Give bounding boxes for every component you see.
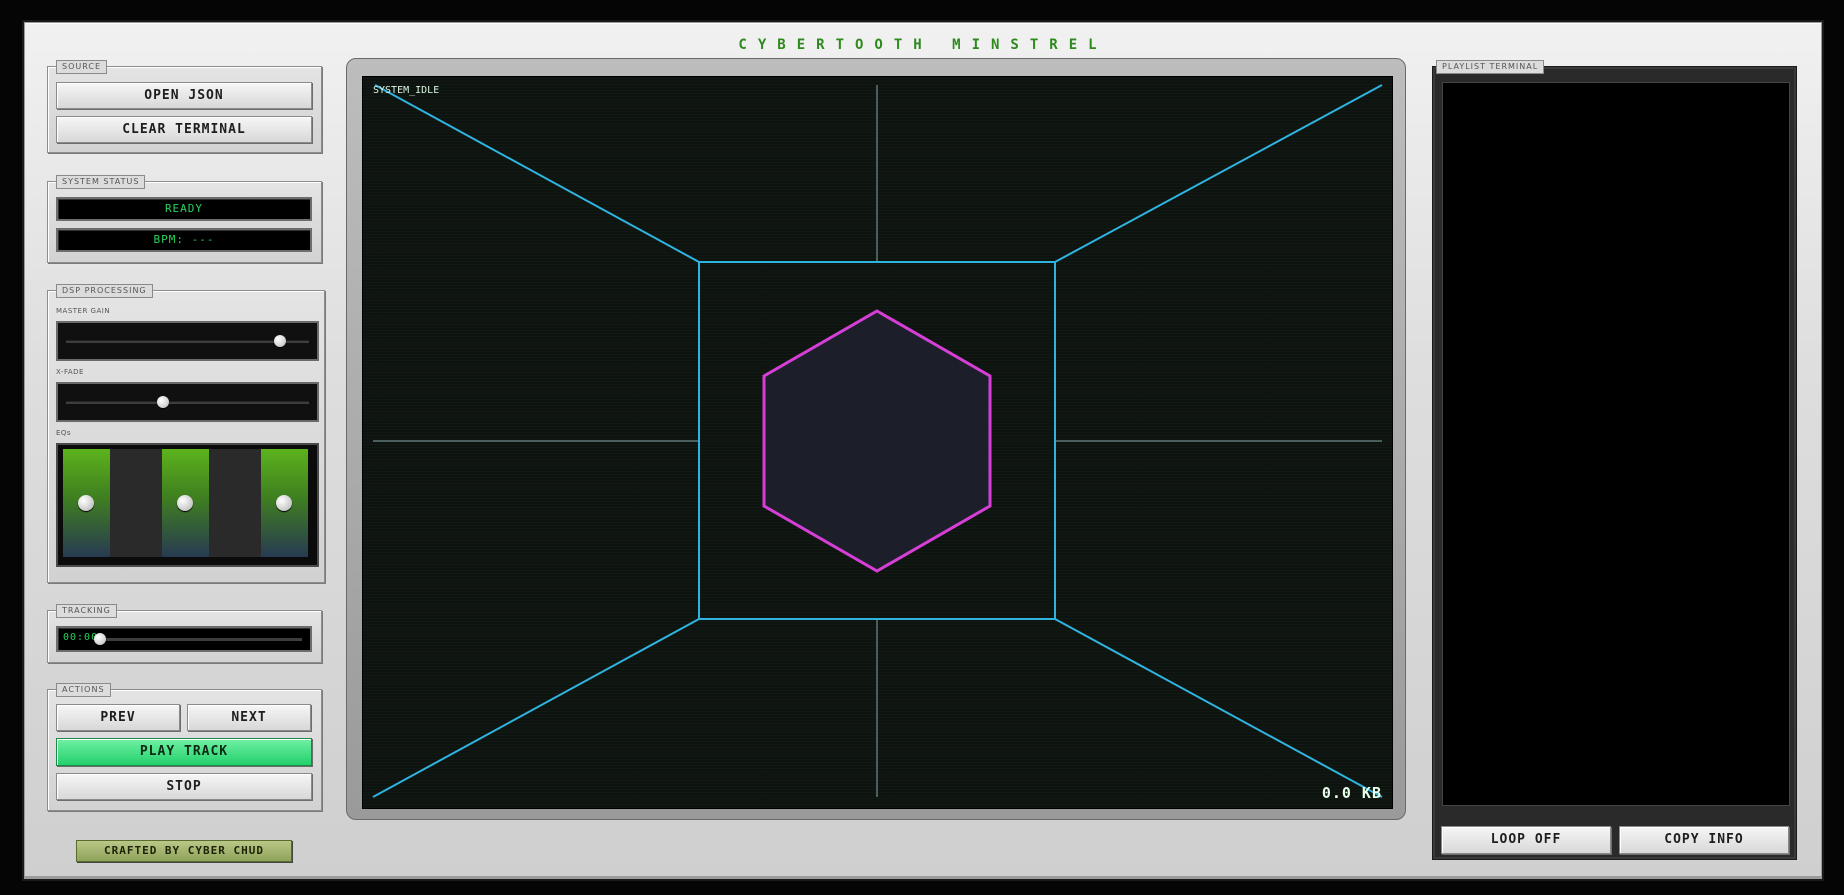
play-track-button[interactable]: PLAY TRACK bbox=[56, 738, 312, 766]
tunnel-edge-top-left bbox=[374, 84, 700, 263]
visualizer-screen: SYSTEM_IDLE 0.0 KB bbox=[362, 76, 1393, 809]
tracking-bar[interactable]: 00:00 bbox=[56, 626, 312, 652]
tunnel-edge-top-right bbox=[1054, 84, 1383, 263]
tunnel-edge-bottom-left bbox=[372, 618, 700, 798]
system-status-panel-label: SYSTEM STATUS bbox=[56, 175, 146, 189]
eq-mid-slider[interactable] bbox=[162, 449, 209, 557]
xfade-track bbox=[66, 401, 309, 404]
master-gain-knob[interactable] bbox=[273, 335, 286, 347]
eq-high-knob[interactable] bbox=[276, 495, 292, 511]
visualizer-status: SYSTEM_IDLE bbox=[373, 85, 440, 96]
dsp-panel-label: DSP PROCESSING bbox=[56, 284, 153, 298]
eq-divider bbox=[209, 449, 261, 557]
status-display: READY bbox=[56, 197, 312, 221]
hexagon-shape bbox=[762, 309, 992, 573]
source-panel-label: SOURCE bbox=[56, 60, 108, 74]
xfade-knob[interactable] bbox=[157, 396, 170, 408]
eq-bank bbox=[56, 443, 319, 567]
prev-button[interactable]: PREV bbox=[56, 704, 180, 731]
eq-high-slider[interactable] bbox=[261, 449, 308, 557]
seek-track bbox=[100, 638, 302, 641]
eq-mid-knob[interactable] bbox=[177, 495, 193, 511]
app-title: CYBERTOOTH MINSTREL bbox=[738, 37, 1108, 53]
track-time: 00:00 bbox=[63, 632, 99, 643]
actions-panel-label: ACTIONS bbox=[56, 683, 111, 697]
clear-terminal-button[interactable]: CLEAR TERMINAL bbox=[56, 116, 312, 143]
master-gain-slider[interactable] bbox=[56, 321, 319, 361]
eq-label: EQs bbox=[56, 429, 72, 437]
tracking-panel-label: TRACKING bbox=[56, 604, 117, 618]
open-json-button[interactable]: OPEN JSON bbox=[56, 82, 312, 109]
playlist-panel-label: PLAYLIST TERMINAL bbox=[1436, 60, 1545, 74]
eq-low-knob[interactable] bbox=[78, 495, 94, 511]
copy-info-button[interactable]: COPY INFO bbox=[1619, 826, 1789, 854]
next-button[interactable]: NEXT bbox=[187, 704, 311, 731]
master-gain-track bbox=[66, 340, 309, 343]
xfade-slider[interactable] bbox=[56, 382, 319, 422]
master-gain-label: MASTER GAIN bbox=[56, 307, 111, 315]
bpm-display: BPM: --- bbox=[56, 228, 312, 252]
visualizer-canvas bbox=[372, 84, 1383, 798]
tunnel-edge-bottom-right bbox=[1054, 618, 1383, 798]
credit-badge: CRAFTED BY CYBER CHUD bbox=[76, 840, 292, 862]
eq-divider bbox=[110, 449, 162, 557]
size-readout: 0.0 KB bbox=[1321, 784, 1382, 802]
playlist-terminal[interactable] bbox=[1442, 82, 1790, 806]
loop-button[interactable]: LOOP OFF bbox=[1441, 826, 1611, 854]
xfade-label: X-FADE bbox=[56, 368, 84, 376]
seek-knob[interactable] bbox=[94, 633, 106, 645]
eq-low-slider[interactable] bbox=[63, 449, 110, 557]
stop-button[interactable]: STOP bbox=[56, 773, 312, 800]
